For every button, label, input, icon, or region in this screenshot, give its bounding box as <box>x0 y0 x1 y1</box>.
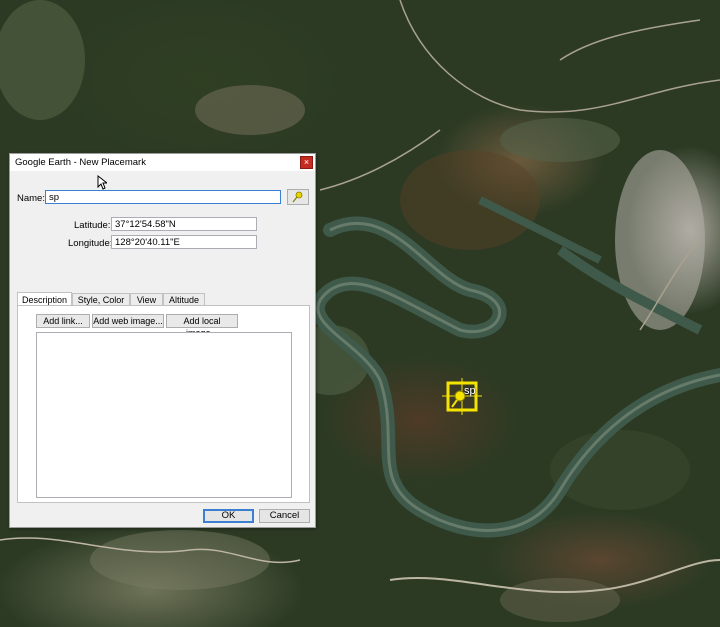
add-local-image-button[interactable]: Add local image... <box>166 314 238 338</box>
cancel-button[interactable]: Cancel <box>259 509 310 523</box>
description-textarea[interactable] <box>36 332 292 498</box>
mouse-cursor-icon <box>97 175 107 190</box>
description-panel: Add link... Add web image... Add local i… <box>17 305 310 503</box>
name-label: Name: <box>17 193 45 204</box>
latitude-label: Latitude: <box>74 220 111 231</box>
name-field[interactable] <box>45 190 281 204</box>
ok-button[interactable]: OK <box>203 509 254 523</box>
latitude-field[interactable] <box>111 217 257 231</box>
longitude-field[interactable] <box>111 235 257 249</box>
placemark-label[interactable]: sp <box>464 385 476 397</box>
add-web-image-button[interactable]: Add web image... <box>92 314 164 328</box>
tab-description[interactable]: Description <box>17 292 72 306</box>
dialog-titlebar[interactable]: Google Earth - New Placemark × <box>10 154 315 171</box>
new-placemark-dialog: Google Earth - New Placemark × Name: Lat… <box>9 153 316 528</box>
close-button[interactable]: × <box>300 156 313 169</box>
dialog-title: Google Earth - New Placemark <box>15 157 146 168</box>
pushpin-icon <box>292 191 303 203</box>
longitude-label: Longitude: <box>68 238 113 249</box>
icon-select-button[interactable] <box>287 189 309 205</box>
add-link-button[interactable]: Add link... <box>36 314 90 328</box>
